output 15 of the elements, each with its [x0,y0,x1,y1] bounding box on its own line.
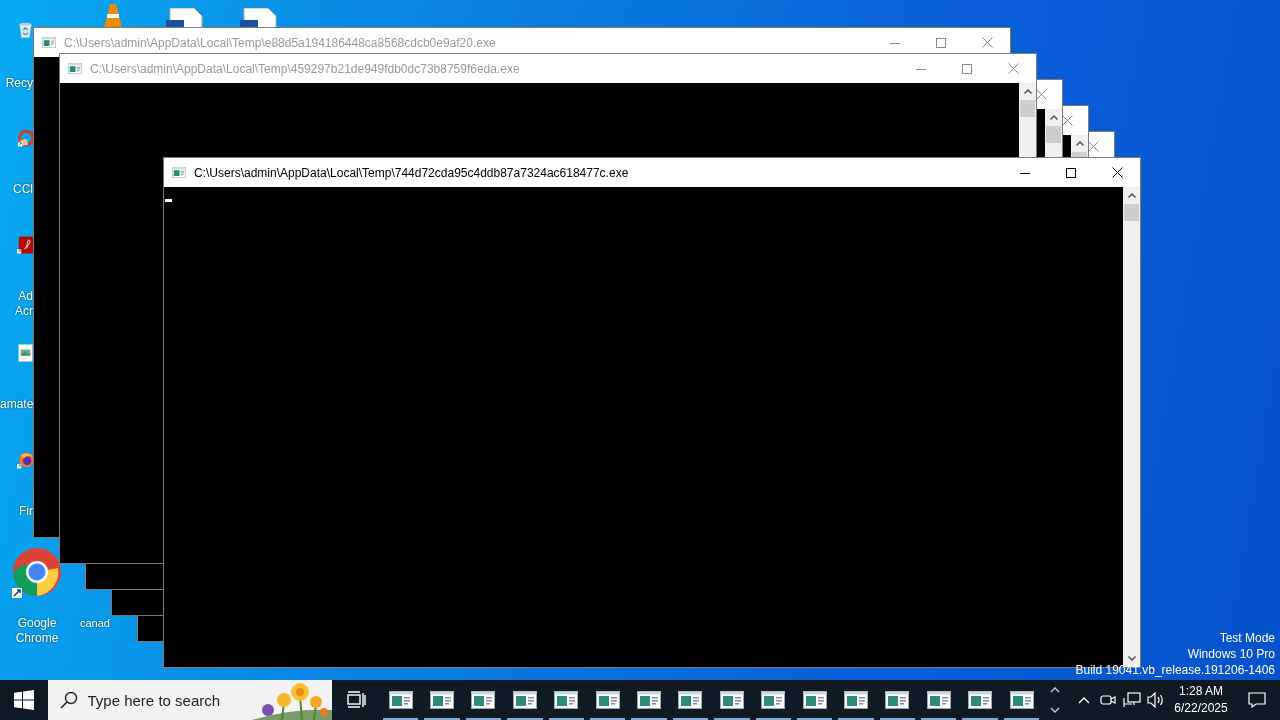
window-title: C:\Users\admin\AppData\Local\Temp\e88d5a194186448ca8568cdcb0e9af20.exe [64,35,497,50]
icon-label: amate [0,396,33,412]
window-title: C:\Users\admin\AppData\Local\Temp\459297b21de949fdb0dc73b8759f6eda.exe [90,61,521,76]
os-info-text: Test Mode [1219,630,1275,646]
icon-label: Fir [18,504,33,520]
icon-label: CCl [12,181,33,197]
icon-label: Recy [4,76,33,91]
os-info-text: Build 19041.vb_release.191206-1406 [1075,662,1275,678]
os-info-text: Windows 10 Pro [1187,646,1275,662]
icon-label: Ad [17,289,33,305]
icon-label: canad [80,616,110,631]
icon-label: Google Chrome [14,616,60,646]
icon-label: Acr [14,304,33,320]
window-title: C:\Users\admin\AppData\Local\Temp\744d72cda95c4ddb87a7324ac618477c.exe [194,165,630,180]
clock[interactable]: 1:28 AM 6/22/2025 [1168,680,1234,720]
